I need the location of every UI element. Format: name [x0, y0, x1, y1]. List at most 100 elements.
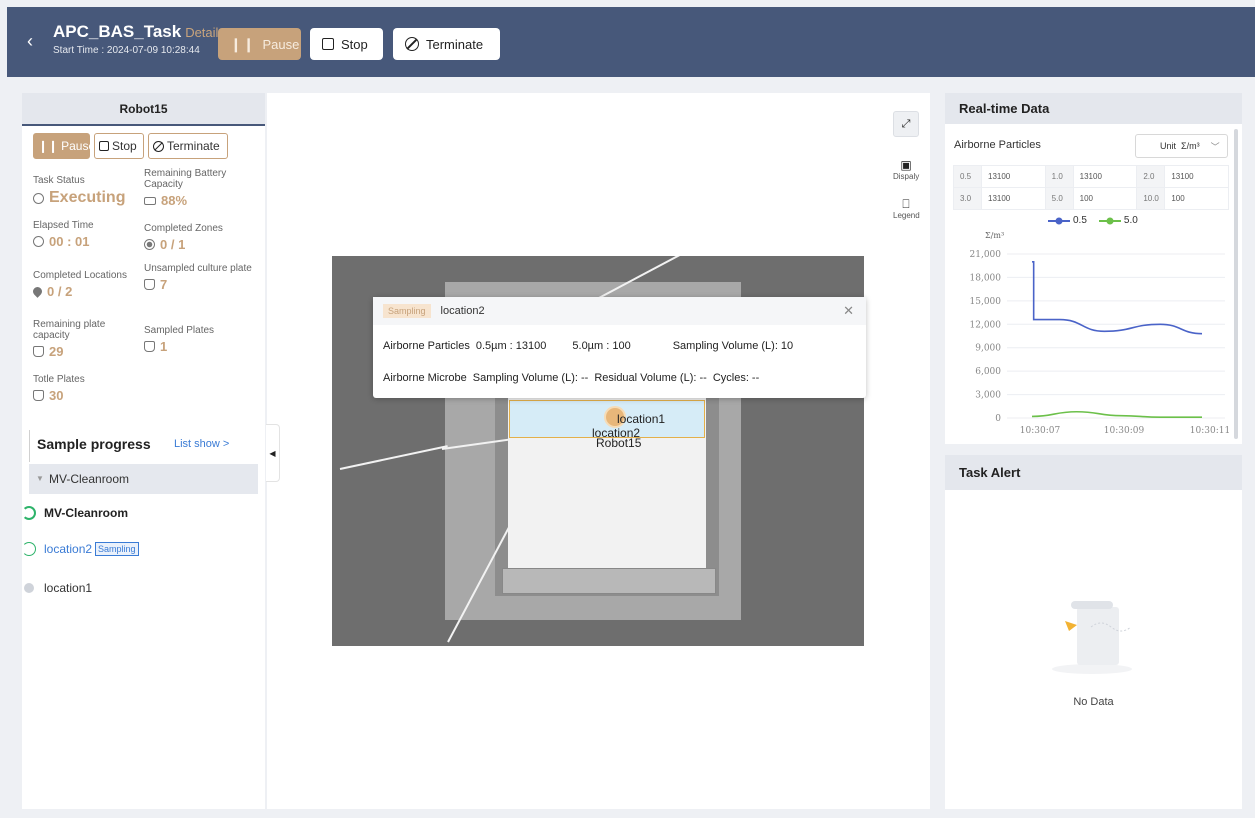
- tree-item-location2[interactable]: location2 Sampling: [22, 542, 139, 556]
- plate-icon: [144, 341, 155, 352]
- tree-item-label: location1: [44, 581, 93, 595]
- task-alert-title: Task Alert: [945, 455, 1242, 490]
- popup-location: location2: [440, 305, 485, 317]
- count-cell: 13100: [981, 187, 1046, 210]
- robot-panel: Robot15 ❙❙ Pause Stop Terminate Task Sta…: [22, 93, 265, 809]
- realtime-title: Real-time Data: [945, 93, 1242, 124]
- pause-button[interactable]: ❙❙ Pause: [218, 28, 301, 60]
- robot-stop-label: Stop: [112, 139, 137, 153]
- battery-icon: [144, 196, 156, 205]
- stat-value-row: 0 / 1: [144, 237, 223, 252]
- robot-stop-button[interactable]: Stop: [94, 133, 144, 159]
- zone-row[interactable]: ▼ MV-Cleanroom: [29, 464, 258, 494]
- stat-label: Unsampled culture plate: [144, 263, 252, 274]
- legend-item[interactable]: 0.5: [1048, 215, 1087, 226]
- stat-sampled: Sampled Plates 1: [144, 325, 214, 354]
- stat-value-row: 00 : 01: [33, 234, 94, 249]
- map-label-robot: Robot15: [596, 436, 642, 450]
- unit-select[interactable]: Unit Σ/m³ ﹀: [1135, 134, 1228, 158]
- chart-ytick-label: 3,000: [975, 391, 1001, 401]
- empty-scroll-icon: [1052, 601, 1132, 674]
- stat-label: Completed Zones: [144, 223, 223, 234]
- map-scan-streak: [339, 445, 448, 470]
- terminate-button[interactable]: Terminate: [393, 28, 500, 60]
- stat-label: Remaining plate capacity: [33, 319, 106, 341]
- tree-item-location1[interactable]: location1: [22, 581, 92, 595]
- robot-terminate-button[interactable]: Terminate: [148, 133, 228, 159]
- stat-label: Remaining Battery Capacity: [144, 168, 227, 190]
- robot-tab[interactable]: Robot15: [22, 93, 265, 126]
- robot-pause-button[interactable]: ❙❙ Pause: [33, 133, 95, 159]
- caret-down-icon: ▼: [36, 474, 44, 483]
- count-cell: 100: [1164, 187, 1229, 210]
- map-label-location1: location1: [617, 412, 666, 426]
- chart-legend: 0.5 5.0: [1048, 215, 1138, 226]
- collapse-panel-button[interactable]: ◀: [266, 424, 280, 482]
- start-time: Start Time : 2024-07-09 10:28:44: [53, 45, 200, 56]
- tree-item-label: location2: [44, 542, 93, 556]
- display-tool[interactable]: ▣ Dispaly: [893, 158, 919, 181]
- stat-label: Task Status: [33, 175, 85, 186]
- zone-label: MV-Cleanroom: [49, 472, 130, 486]
- bookmark-icon: ⎕: [902, 197, 910, 211]
- legend-label: 0.5: [1073, 215, 1087, 226]
- no-data-label: No Data: [1073, 696, 1114, 708]
- popup-row-particles: Airborne Particles 0.5µm : 13100 5.0µm :…: [383, 340, 793, 352]
- stat-value: 0 / 1: [160, 237, 186, 252]
- chart-xtick-label: 10:30:11: [1190, 426, 1230, 436]
- tree-item-zone[interactable]: MV-Cleanroom: [22, 506, 128, 520]
- popup-field: 0.5µm : 13100: [475, 340, 547, 352]
- clock-icon: [33, 236, 44, 247]
- realtime-panel: Real-time Data Airborne Particles Unit Σ…: [945, 93, 1242, 444]
- detail-link[interactable]: Detail: [185, 25, 218, 40]
- popup-field: Cycles: --: [712, 372, 760, 384]
- stat-value: Executing: [49, 189, 126, 206]
- chevron-down-icon: ﹀: [1210, 141, 1220, 152]
- scrollbar[interactable]: [1234, 129, 1238, 439]
- stat-zones: Completed Zones 0 / 1: [144, 223, 223, 252]
- stat-total: Totle Plates 30: [33, 374, 85, 403]
- caret-left-icon: ◀: [269, 448, 276, 458]
- chart-ytick-label: 18,000: [970, 273, 1002, 283]
- chevron-left-icon[interactable]: ‹: [27, 31, 33, 52]
- size-cell: 1.0: [1044, 165, 1074, 188]
- size-cell: 10.0: [1136, 187, 1166, 210]
- task-name: APC_BAS_Task: [53, 22, 182, 41]
- stat-task-status: Task Status Executing: [33, 175, 143, 207]
- legend-swatch-05: [1048, 217, 1070, 224]
- popup-field: Airborne Microbe: [383, 372, 467, 384]
- legend-item[interactable]: 5.0: [1098, 215, 1138, 226]
- legend-label: Legend: [893, 211, 920, 220]
- chart-ytick-label: 21,000: [970, 250, 1002, 260]
- table-row: 0.5 13100 1.0 13100 2.0 13100: [953, 165, 1229, 188]
- plate-icon: [144, 279, 155, 290]
- count-cell: 13100: [1164, 165, 1229, 188]
- map-bottom-strip: [502, 568, 716, 594]
- count-cell: 100: [1072, 187, 1138, 210]
- list-show-link[interactable]: List show >: [174, 438, 229, 450]
- size-cell: 0.5: [953, 165, 982, 188]
- legend-tool[interactable]: ⎕ Legend: [893, 197, 920, 220]
- display-label: Dispaly: [893, 172, 920, 181]
- stop-button[interactable]: Stop: [310, 28, 383, 60]
- popup-header: Sampling location2: [373, 297, 866, 325]
- legend-swatch-50: [1098, 217, 1121, 224]
- pause-icon: ❙❙: [230, 35, 256, 52]
- robot-controls: ❙❙ Pause Stop Terminate: [33, 133, 228, 159]
- stat-value: 30: [49, 388, 64, 403]
- fullscreen-button[interactable]: ⤢: [893, 111, 919, 137]
- chart-series-line-0: [1032, 261, 1203, 335]
- expand-icon: ⤢: [893, 111, 919, 137]
- tree-item-label: MV-Cleanroom: [44, 506, 129, 520]
- popup-field: Sampling Volume (L): 10: [672, 340, 794, 352]
- stat-label: Sampled Plates: [144, 325, 215, 336]
- size-cell: 2.0: [1136, 165, 1166, 188]
- chart-ytick-label: 15,000: [970, 297, 1002, 307]
- close-icon[interactable]: ✕: [843, 303, 854, 319]
- task-title: APC_BAS_Task Detail: [53, 22, 218, 42]
- airborne-label: Airborne Particles: [954, 139, 1041, 151]
- stat-value-row: 7: [144, 277, 254, 292]
- popup-row-microbe: Airborne Microbe Sampling Volume (L): --…: [383, 372, 759, 384]
- stat-value: 0 / 2: [47, 284, 73, 299]
- terminate-icon: [405, 37, 419, 51]
